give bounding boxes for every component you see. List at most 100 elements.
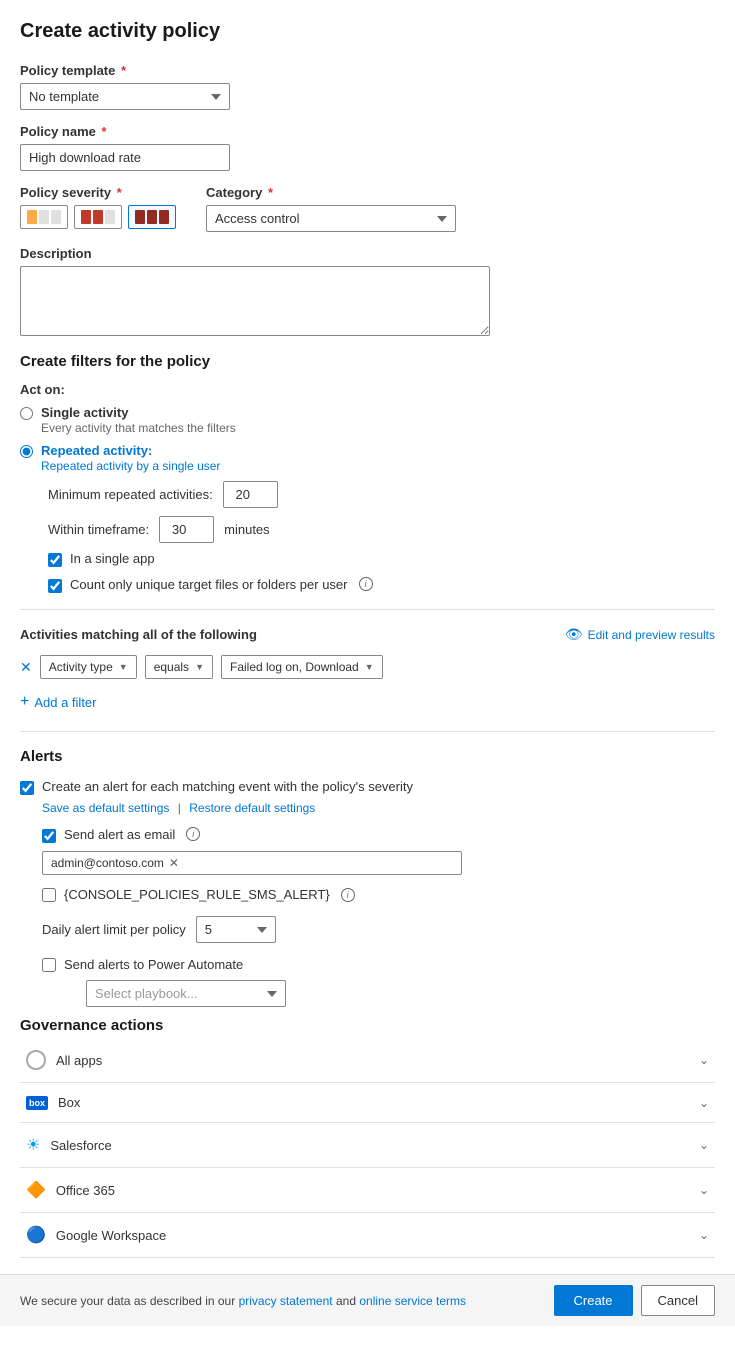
- daily-limit-row: Daily alert limit per policy 5 10 20 50 …: [42, 916, 715, 943]
- privacy-link[interactable]: privacy statement: [239, 1294, 333, 1308]
- description-textarea[interactable]: [20, 266, 490, 336]
- governance-all-apps[interactable]: All apps ⌄: [20, 1038, 715, 1083]
- operator-chevron: ▼: [195, 662, 204, 672]
- eye-icon: 👁: [565, 626, 583, 643]
- power-automate-row: Send alerts to Power Automate: [42, 957, 715, 972]
- office365-label: Office 365: [56, 1183, 115, 1198]
- governance-salesforce[interactable]: ☀ Salesforce ⌄: [20, 1123, 715, 1168]
- alerts-title: Alerts: [20, 748, 715, 765]
- min-repeated-label: Minimum repeated activities:: [48, 487, 213, 502]
- filter-close-icon[interactable]: ✕: [20, 659, 32, 676]
- count-unique-checkbox[interactable]: [48, 579, 62, 593]
- single-app-label: In a single app: [70, 551, 155, 566]
- email-tag-close[interactable]: ✕: [169, 856, 179, 870]
- count-unique-row: Count only unique target files or folder…: [48, 577, 715, 593]
- governance-box[interactable]: box Box ⌄: [20, 1083, 715, 1123]
- sms-label: {CONSOLE_POLICIES_RULE_SMS_ALERT}: [64, 887, 330, 902]
- send-email-info-icon[interactable]: i: [186, 827, 200, 841]
- power-automate-checkbox[interactable]: [42, 958, 56, 972]
- policy-severity-label: Policy severity *: [20, 185, 176, 200]
- single-activity-sublabel: Every activity that matches the filters: [41, 421, 236, 435]
- policy-name-label: Policy name *: [20, 124, 715, 139]
- daily-limit-select[interactable]: 5 10 20 50 100: [196, 916, 276, 943]
- repeated-activity-radio[interactable]: [20, 445, 33, 458]
- severity-low[interactable]: [20, 205, 68, 229]
- policy-template-group: Policy template * No template: [20, 63, 715, 110]
- sms-info-icon[interactable]: i: [341, 888, 355, 902]
- activity-type-chevron: ▼: [119, 662, 128, 672]
- activities-matching-section: Activities matching all of the following…: [20, 626, 715, 715]
- filters-section: Create filters for the policy Act on: Si…: [20, 353, 715, 593]
- terms-link[interactable]: online service terms: [359, 1294, 466, 1308]
- send-email-row: Send alert as email i: [42, 827, 715, 843]
- footer-text: We secure your data as described in our …: [20, 1294, 466, 1308]
- repeated-activity-suboptions: Minimum repeated activities: Within time…: [48, 481, 715, 543]
- create-alert-row: Create an alert for each matching event …: [20, 779, 715, 795]
- single-activity-radio[interactable]: [20, 407, 33, 420]
- create-button[interactable]: Create: [554, 1285, 633, 1316]
- filter-value-dropdown[interactable]: Failed log on, Download ▼: [221, 655, 383, 679]
- min-repeated-row: Minimum repeated activities:: [48, 481, 715, 508]
- playbook-row: Select playbook...: [64, 980, 715, 1007]
- governance-office365[interactable]: 🔶 Office 365 ⌄: [20, 1168, 715, 1213]
- operator-dropdown[interactable]: equals ▼: [145, 655, 213, 679]
- category-select[interactable]: Access control: [206, 205, 456, 232]
- policy-template-select[interactable]: No template: [20, 83, 230, 110]
- create-alert-label: Create an alert for each matching event …: [42, 779, 413, 794]
- google-workspace-label: Google Workspace: [56, 1228, 166, 1243]
- min-repeated-input[interactable]: [223, 481, 278, 508]
- single-activity-option: Single activity Every activity that matc…: [20, 405, 715, 435]
- all-apps-label: All apps: [56, 1053, 102, 1068]
- severity-category-row: Policy severity *: [20, 185, 715, 232]
- edit-preview-link[interactable]: 👁 Edit and preview results: [565, 626, 715, 643]
- severity-options: [20, 205, 176, 229]
- separator: |: [178, 801, 181, 815]
- policy-name-group: Policy name *: [20, 124, 715, 171]
- severity-medium[interactable]: [74, 205, 122, 229]
- create-alert-checkbox[interactable]: [20, 781, 34, 795]
- sms-checkbox[interactable]: [42, 888, 56, 902]
- category-label: Category *: [206, 185, 456, 200]
- timeframe-unit: minutes: [224, 522, 270, 537]
- salesforce-icon: ☀: [26, 1135, 40, 1155]
- within-timeframe-row: Within timeframe: minutes: [48, 516, 715, 543]
- governance-section: Governance actions All apps ⌄ box Box ⌄ …: [20, 1017, 715, 1258]
- add-filter-label: Add a filter: [34, 695, 96, 710]
- email-box[interactable]: admin@contoso.com ✕: [42, 851, 462, 875]
- salesforce-chevron: ⌄: [699, 1138, 709, 1152]
- google-workspace-chevron: ⌄: [699, 1228, 709, 1242]
- divider-1: [20, 609, 715, 610]
- activities-matching-title: Activities matching all of the following: [20, 627, 257, 642]
- single-app-row: In a single app: [48, 551, 715, 567]
- policy-severity-group: Policy severity *: [20, 185, 176, 229]
- governance-google-workspace[interactable]: 🔵 Google Workspace ⌄: [20, 1213, 715, 1258]
- office365-chevron: ⌄: [699, 1183, 709, 1197]
- description-group: Description: [20, 246, 715, 339]
- alert-links: Save as default settings | Restore defau…: [42, 801, 715, 815]
- add-filter-plus-icon: +: [20, 693, 29, 711]
- send-email-label: Send alert as email: [64, 827, 175, 842]
- cancel-button[interactable]: Cancel: [641, 1285, 715, 1316]
- footer-buttons: Create Cancel: [554, 1285, 716, 1316]
- count-unique-info-icon[interactable]: i: [359, 577, 373, 591]
- single-activity-label: Single activity: [41, 405, 236, 420]
- save-default-link[interactable]: Save as default settings: [42, 801, 169, 815]
- activity-type-dropdown[interactable]: Activity type ▼: [40, 655, 137, 679]
- within-timeframe-input[interactable]: [159, 516, 214, 543]
- single-app-checkbox[interactable]: [48, 553, 62, 567]
- sms-row: {CONSOLE_POLICIES_RULE_SMS_ALERT} i: [42, 887, 715, 902]
- send-email-checkbox[interactable]: [42, 829, 56, 843]
- severity-high[interactable]: [128, 205, 176, 229]
- filter-row: ✕ Activity type ▼ equals ▼ Failed log on…: [20, 655, 715, 679]
- playbook-select[interactable]: Select playbook...: [86, 980, 286, 1007]
- restore-default-link[interactable]: Restore default settings: [189, 801, 315, 815]
- policy-name-input[interactable]: [20, 144, 230, 171]
- governance-title: Governance actions: [20, 1017, 715, 1034]
- email-input-row: admin@contoso.com ✕: [42, 851, 715, 875]
- office365-icon: 🔶: [26, 1180, 46, 1200]
- description-label: Description: [20, 246, 715, 261]
- count-unique-label: Count only unique target files or folder…: [70, 577, 348, 592]
- add-filter-button[interactable]: + Add a filter: [20, 689, 97, 715]
- all-apps-icon: [26, 1050, 46, 1070]
- power-automate-label: Send alerts to Power Automate: [64, 957, 243, 972]
